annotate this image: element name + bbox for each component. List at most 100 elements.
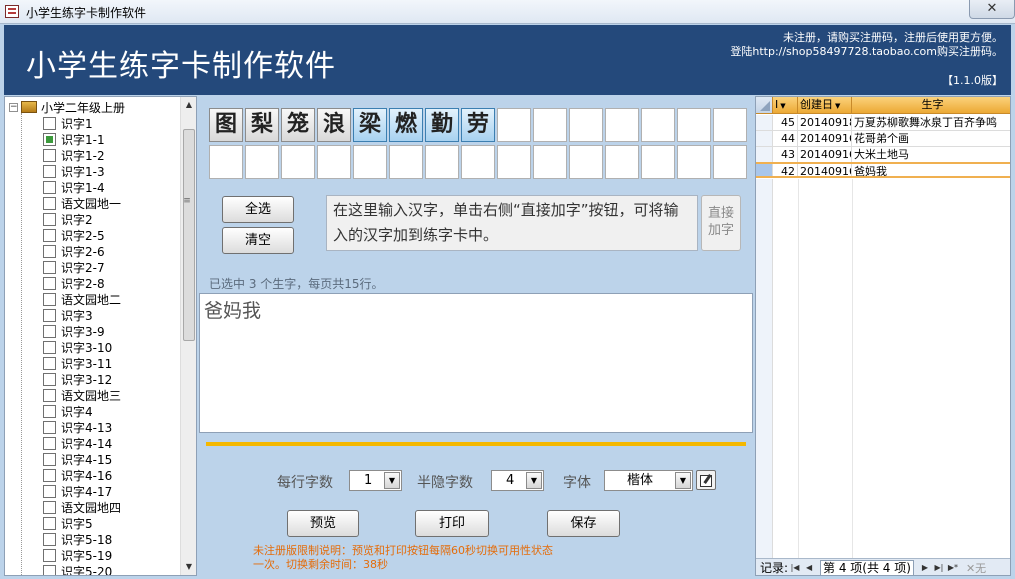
char-cell[interactable]: 燃 [389, 108, 423, 142]
cell-chars[interactable]: 爸妈我 [852, 164, 1010, 176]
char-cell[interactable]: 笼 [281, 108, 315, 142]
table-row[interactable]: 44 20140916 花哥弟个画 [756, 131, 1010, 147]
char-input[interactable]: 在这里输入汉字，单击右侧“直接加字”按钮，可将输入的汉字加到练字卡中。 [326, 195, 698, 251]
preview-button[interactable]: 预览 [287, 510, 359, 537]
tree-item-checkbox[interactable] [43, 196, 56, 210]
tree-item[interactable]: 识字4 [43, 403, 121, 419]
clear-button[interactable]: 清空 [222, 227, 294, 254]
new-record-icon[interactable]: ▶* [946, 563, 960, 572]
tree-item[interactable]: 识字2-7 [43, 259, 121, 275]
char-cell[interactable]: 梁 [353, 108, 387, 142]
first-record-icon[interactable]: |◀ [788, 563, 802, 572]
empty-char-cell[interactable] [677, 145, 711, 179]
empty-char-cell[interactable] [209, 145, 243, 179]
tree-item-checkbox[interactable] [43, 468, 56, 482]
add-chars-button[interactable]: 直接加字 [701, 195, 741, 251]
tree-item-checkbox[interactable] [43, 388, 56, 402]
tree-item[interactable]: 识字1-4 [43, 179, 121, 195]
char-cell[interactable]: 梨 [245, 108, 279, 142]
tree-item-checkbox[interactable] [43, 404, 56, 418]
empty-char-cell[interactable] [389, 145, 423, 179]
empty-char-cell[interactable] [605, 108, 639, 142]
cell-id[interactable]: 45 [773, 115, 798, 130]
tree-item[interactable]: 识字3 [43, 307, 121, 323]
tree-item-checkbox[interactable] [43, 116, 56, 130]
chevron-down-icon[interactable]: ▼ [675, 472, 691, 489]
empty-char-cell[interactable] [569, 145, 603, 179]
empty-char-cell[interactable] [281, 145, 315, 179]
cell-date[interactable]: 20140916 [798, 164, 852, 176]
tree-item-checkbox[interactable] [43, 324, 56, 338]
tree-item[interactable]: 识字3-11 [43, 355, 121, 371]
select-all-records-corner[interactable] [756, 97, 773, 113]
tree-item[interactable]: 识字4-17 [43, 483, 121, 499]
half-hidden-select[interactable]: 4 ▼ [491, 470, 544, 491]
tree-item[interactable]: 识字1-1 [43, 131, 121, 147]
tree-item-checkbox[interactable] [43, 532, 56, 546]
tree-root[interactable]: − 小学二年级上册 [9, 99, 125, 115]
empty-char-cell[interactable] [713, 145, 747, 179]
tree-item[interactable]: 识字3-12 [43, 371, 121, 387]
tree-item[interactable]: 识字2-8 [43, 275, 121, 291]
tree-item[interactable]: 识字2-5 [43, 227, 121, 243]
tree-item-checkbox[interactable] [43, 500, 56, 514]
select-all-button[interactable]: 全选 [222, 196, 294, 223]
cell-id[interactable]: 42 [773, 164, 798, 176]
filter-status[interactable]: ✕无 [966, 560, 986, 576]
empty-char-cell[interactable] [533, 145, 567, 179]
close-button[interactable]: ✕ [969, 0, 1015, 19]
tree-item-checkbox[interactable] [43, 276, 56, 290]
char-cell[interactable]: 浪 [317, 108, 351, 142]
column-header-chars[interactable]: 生字 [852, 97, 1010, 113]
tree-item[interactable]: 识字1-2 [43, 147, 121, 163]
cell-date[interactable]: 20140916 [798, 131, 852, 146]
tree-item-checkbox[interactable] [43, 420, 56, 434]
tree-item[interactable]: 识字4-13 [43, 419, 121, 435]
tree-scrollbar[interactable]: ▲ ≡ ▼ [180, 97, 196, 575]
empty-char-cell[interactable] [425, 145, 459, 179]
scroll-thumb[interactable] [183, 129, 195, 341]
tree-item[interactable]: 语文园地一 [43, 195, 121, 211]
tree-item-checkbox[interactable] [43, 180, 56, 194]
tree-item[interactable]: 识字3-10 [43, 339, 121, 355]
save-button[interactable]: 保存 [547, 510, 620, 537]
font-select[interactable]: 楷体 ▼ [604, 470, 693, 491]
tree-item-checkbox[interactable] [43, 564, 56, 575]
tree-item[interactable]: 识字1-3 [43, 163, 121, 179]
tree-item-checkbox[interactable] [43, 132, 56, 146]
record-selector[interactable] [756, 147, 773, 162]
tree-item-checkbox[interactable] [43, 356, 56, 370]
sort-arrow-icon[interactable]: ▼ [780, 102, 785, 110]
table-row[interactable]: 45 20140918 万夏苏柳歌舞冰泉丁百齐争鸣 [756, 115, 1010, 131]
last-record-icon[interactable]: ▶| [932, 563, 946, 572]
tree-item[interactable]: 识字1 [43, 115, 121, 131]
empty-char-cell[interactable] [497, 145, 531, 179]
tree-item-checkbox[interactable] [43, 340, 56, 354]
tree-item-checkbox[interactable] [43, 212, 56, 226]
scroll-up-icon[interactable]: ▲ [181, 97, 196, 113]
tree-item-checkbox[interactable] [43, 244, 56, 258]
cell-id[interactable]: 44 [773, 131, 798, 146]
selected-chars-textarea[interactable]: 爸妈我 [199, 293, 753, 433]
tree-item-checkbox[interactable] [43, 452, 56, 466]
empty-char-cell[interactable] [641, 108, 675, 142]
tree-item-checkbox[interactable] [43, 308, 56, 322]
empty-char-cell[interactable] [569, 108, 603, 142]
prev-record-icon[interactable]: ◀ [802, 563, 816, 572]
tree-item[interactable]: 识字5 [43, 515, 121, 531]
empty-char-cell[interactable] [497, 108, 531, 142]
sort-arrow-icon[interactable]: ▼ [835, 102, 840, 110]
empty-char-cell[interactable] [713, 108, 747, 142]
empty-char-cell[interactable] [461, 145, 495, 179]
tree-item-checkbox[interactable] [43, 516, 56, 530]
cell-id[interactable]: 43 [773, 147, 798, 162]
tree-item[interactable]: 语文园地二 [43, 291, 121, 307]
cell-date[interactable]: 20140916 [798, 147, 852, 162]
tree-item[interactable]: 识字4-16 [43, 467, 121, 483]
tree-item-checkbox[interactable] [43, 292, 56, 306]
record-position[interactable]: 第 4 项(共 4 项) [820, 559, 914, 575]
tree-item[interactable]: 识字5-19 [43, 547, 121, 563]
per-row-select[interactable]: 1 ▼ [349, 470, 402, 491]
tree-item[interactable]: 识字2 [43, 211, 121, 227]
char-cell[interactable]: 劳 [461, 108, 495, 142]
